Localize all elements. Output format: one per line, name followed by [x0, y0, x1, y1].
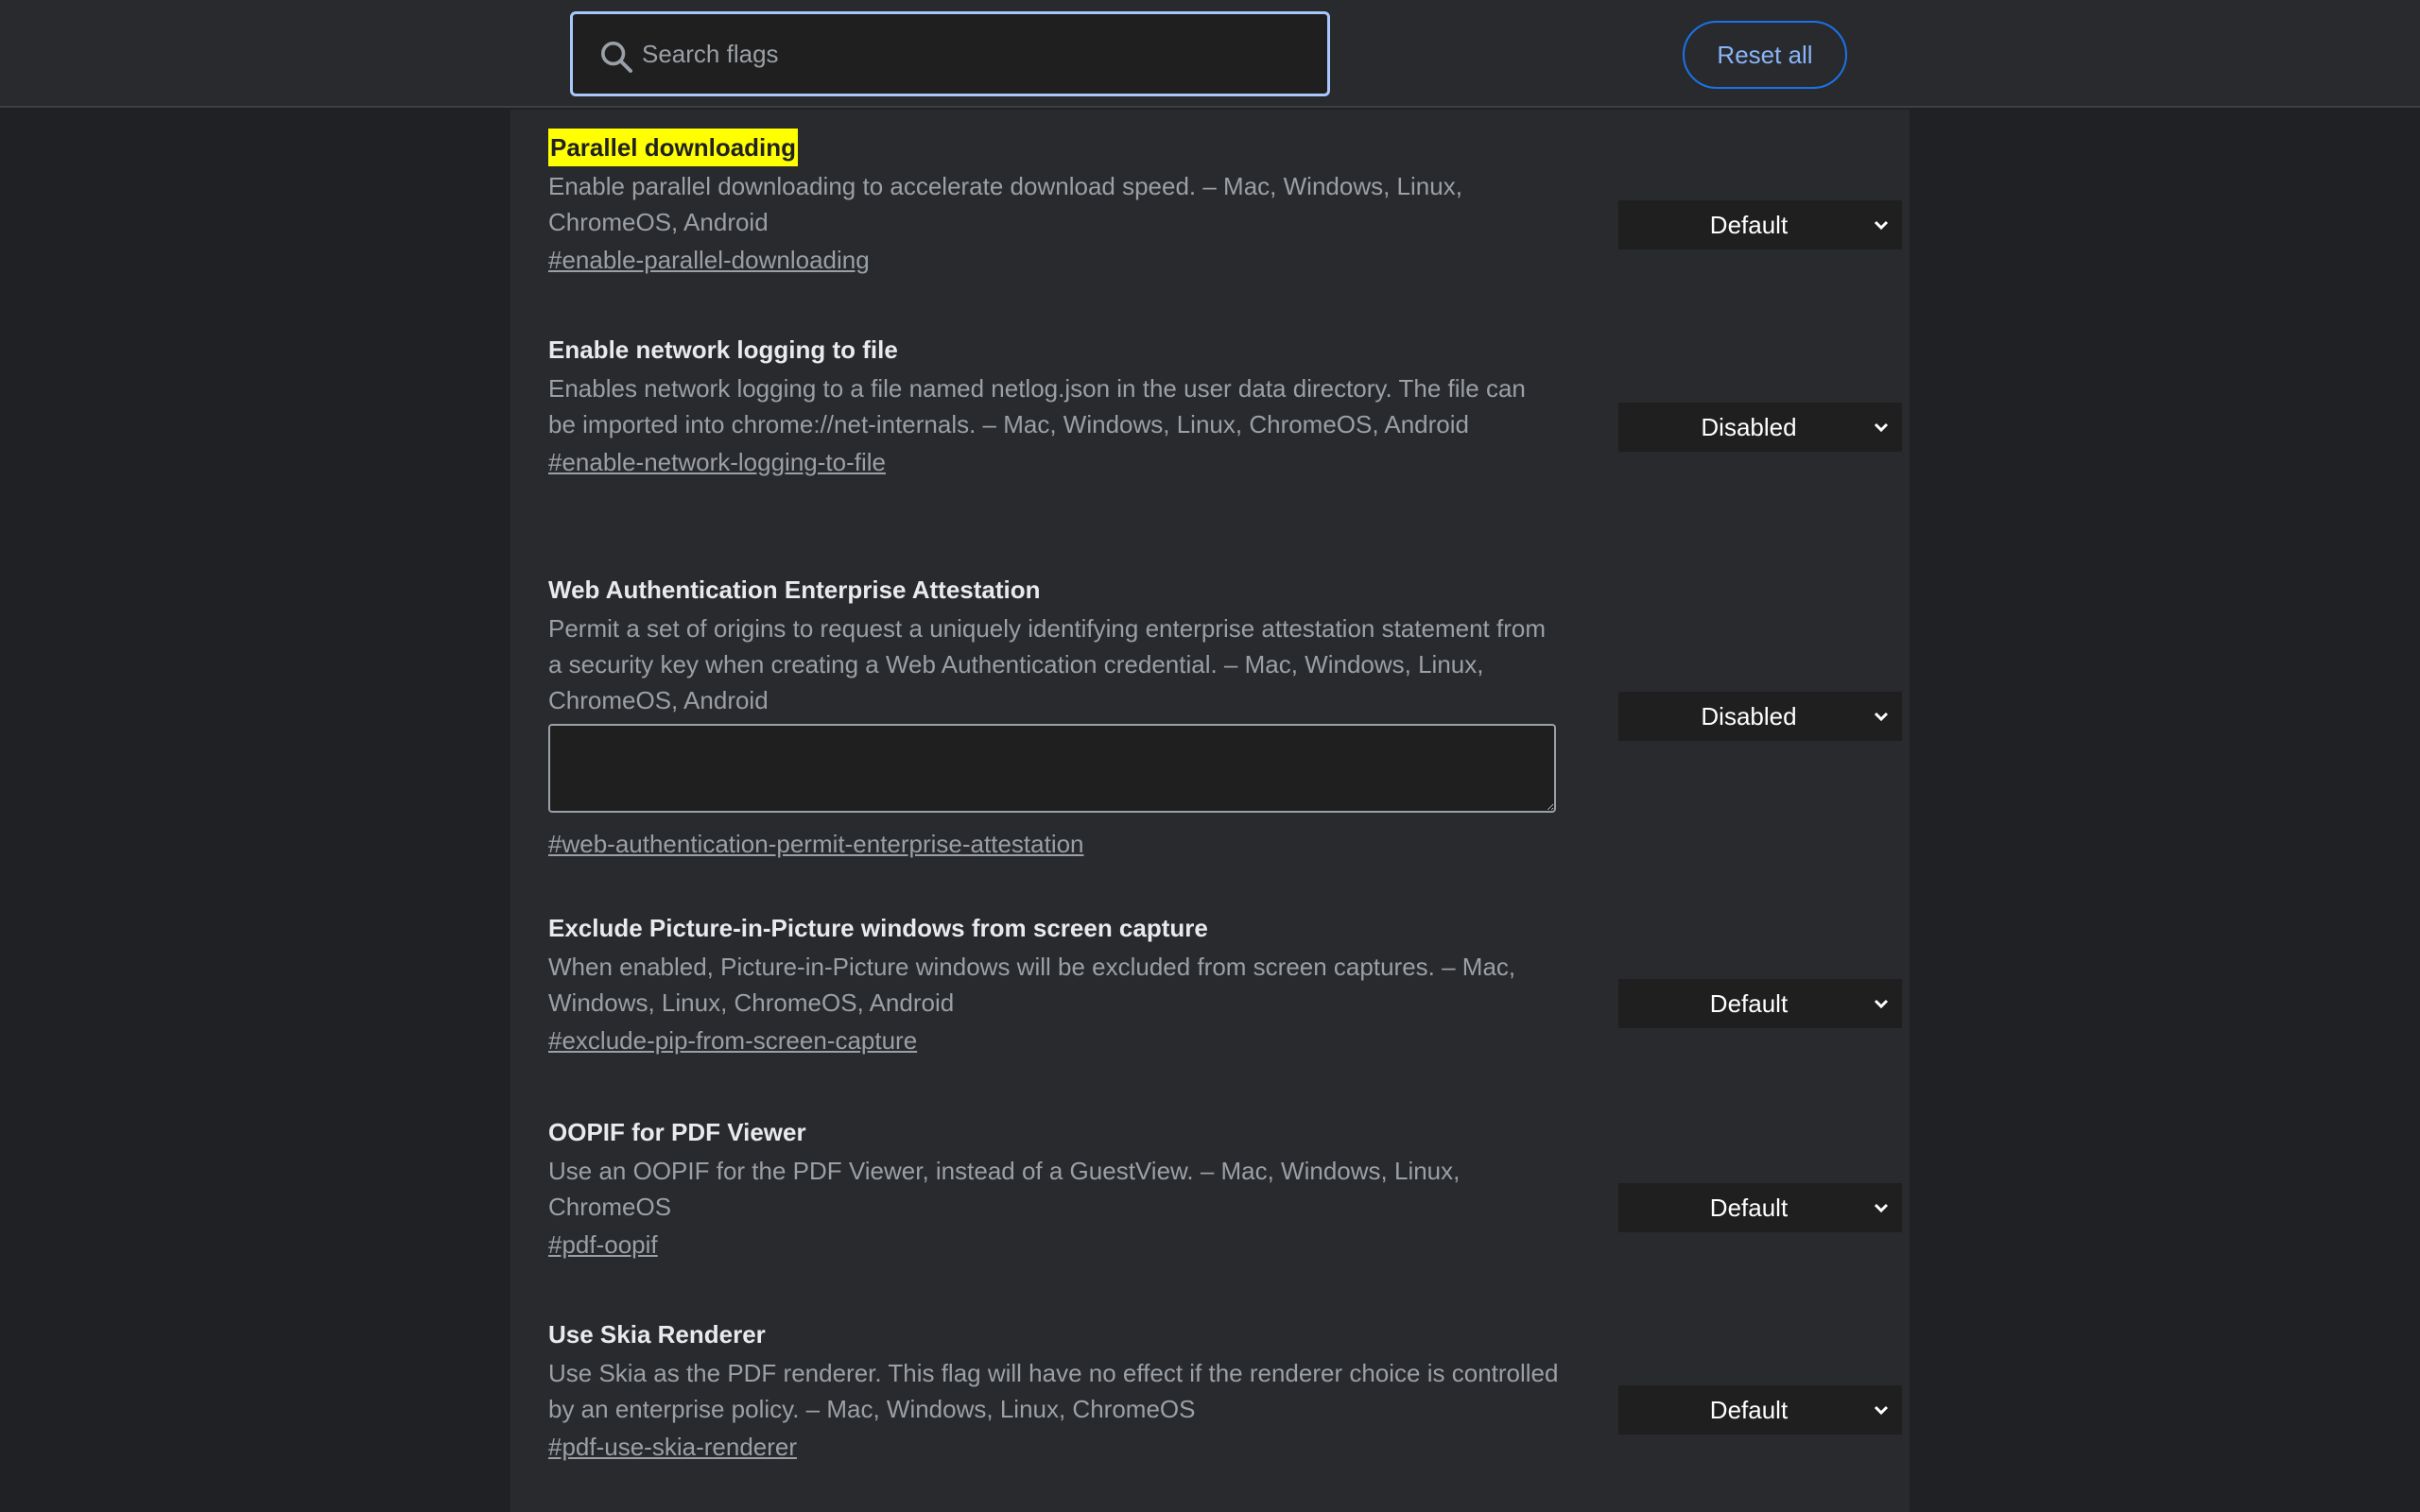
flag-permalink[interactable]: #pdf-oopif — [548, 1227, 658, 1263]
flag-title: Use Skia Renderer — [548, 1320, 766, 1349]
select-value: Default — [1709, 1194, 1789, 1222]
flags-list: Parallel downloading Enable parallel dow… — [510, 110, 1910, 1512]
flag-text: Enable network logging to file Enables n… — [548, 331, 1560, 480]
search-box[interactable] — [570, 11, 1330, 96]
flag-state-select[interactable]: Default — [1618, 1183, 1902, 1232]
select-value: Default — [1709, 989, 1789, 1018]
select-value: Default — [1709, 1396, 1789, 1424]
flag-description: Enable parallel downloading to accelerat… — [548, 172, 1462, 236]
flag-text: Parallel downloading Enable parallel dow… — [548, 129, 1560, 278]
search-icon — [601, 42, 632, 73]
chevron-down-icon — [1874, 999, 1889, 1009]
chevron-down-icon — [1874, 220, 1889, 231]
flag-permalink[interactable]: #enable-parallel-downloading — [548, 242, 870, 278]
origin-list-textarea[interactable] — [548, 724, 1556, 813]
flag-state-select[interactable]: Default — [1618, 1385, 1902, 1435]
flag-title: Enable network logging to file — [548, 335, 898, 364]
chevron-down-icon — [1874, 1203, 1889, 1213]
flag-state-select[interactable]: Default — [1618, 200, 1902, 249]
flag-permalink[interactable]: #web-authentication-permit-enterprise-at… — [548, 826, 1084, 862]
flag-text: Use Skia Renderer Use Skia as the PDF re… — [548, 1315, 1560, 1465]
select-value: Disabled — [1701, 702, 1797, 730]
reset-all-button[interactable]: Reset all — [1683, 21, 1847, 89]
search-input[interactable] — [642, 14, 1304, 94]
flag-text: Exclude Picture-in-Picture windows from … — [548, 909, 1560, 1058]
flag-permalink[interactable]: #enable-network-logging-to-file — [548, 444, 886, 480]
flags-header: Reset all — [0, 0, 2420, 108]
flag-title: Exclude Picture-in-Picture windows from … — [548, 914, 1208, 942]
flag-description: Enables network logging to a file named … — [548, 374, 1526, 438]
chevron-down-icon — [1874, 1405, 1889, 1416]
flag-state-select[interactable]: Default — [1618, 979, 1902, 1028]
flag-text: Web Authentication Enterprise Attestatio… — [548, 571, 1560, 862]
flag-description: Use Skia as the PDF renderer. This flag … — [548, 1359, 1559, 1423]
select-value: Disabled — [1701, 413, 1797, 441]
select-value: Default — [1709, 211, 1789, 239]
flag-state-select[interactable]: Disabled — [1618, 403, 1902, 452]
flag-title: Parallel downloading — [548, 129, 799, 166]
flag-permalink[interactable]: #pdf-use-skia-renderer — [548, 1429, 797, 1465]
flag-title: Web Authentication Enterprise Attestatio… — [548, 576, 1041, 604]
flag-description: Use an OOPIF for the PDF Viewer, instead… — [548, 1157, 1461, 1221]
flag-state-select[interactable]: Disabled — [1618, 692, 1902, 741]
flag-description: When enabled, Picture-in-Picture windows… — [548, 953, 1516, 1017]
flag-permalink[interactable]: #exclude-pip-from-screen-capture — [548, 1022, 917, 1058]
flag-description: Permit a set of origins to request a uni… — [548, 614, 1546, 714]
flag-text: OOPIF for PDF Viewer Use an OOPIF for th… — [548, 1113, 1560, 1263]
flag-title: OOPIF for PDF Viewer — [548, 1118, 806, 1146]
chevron-down-icon — [1874, 422, 1889, 433]
chevron-down-icon — [1874, 712, 1889, 722]
